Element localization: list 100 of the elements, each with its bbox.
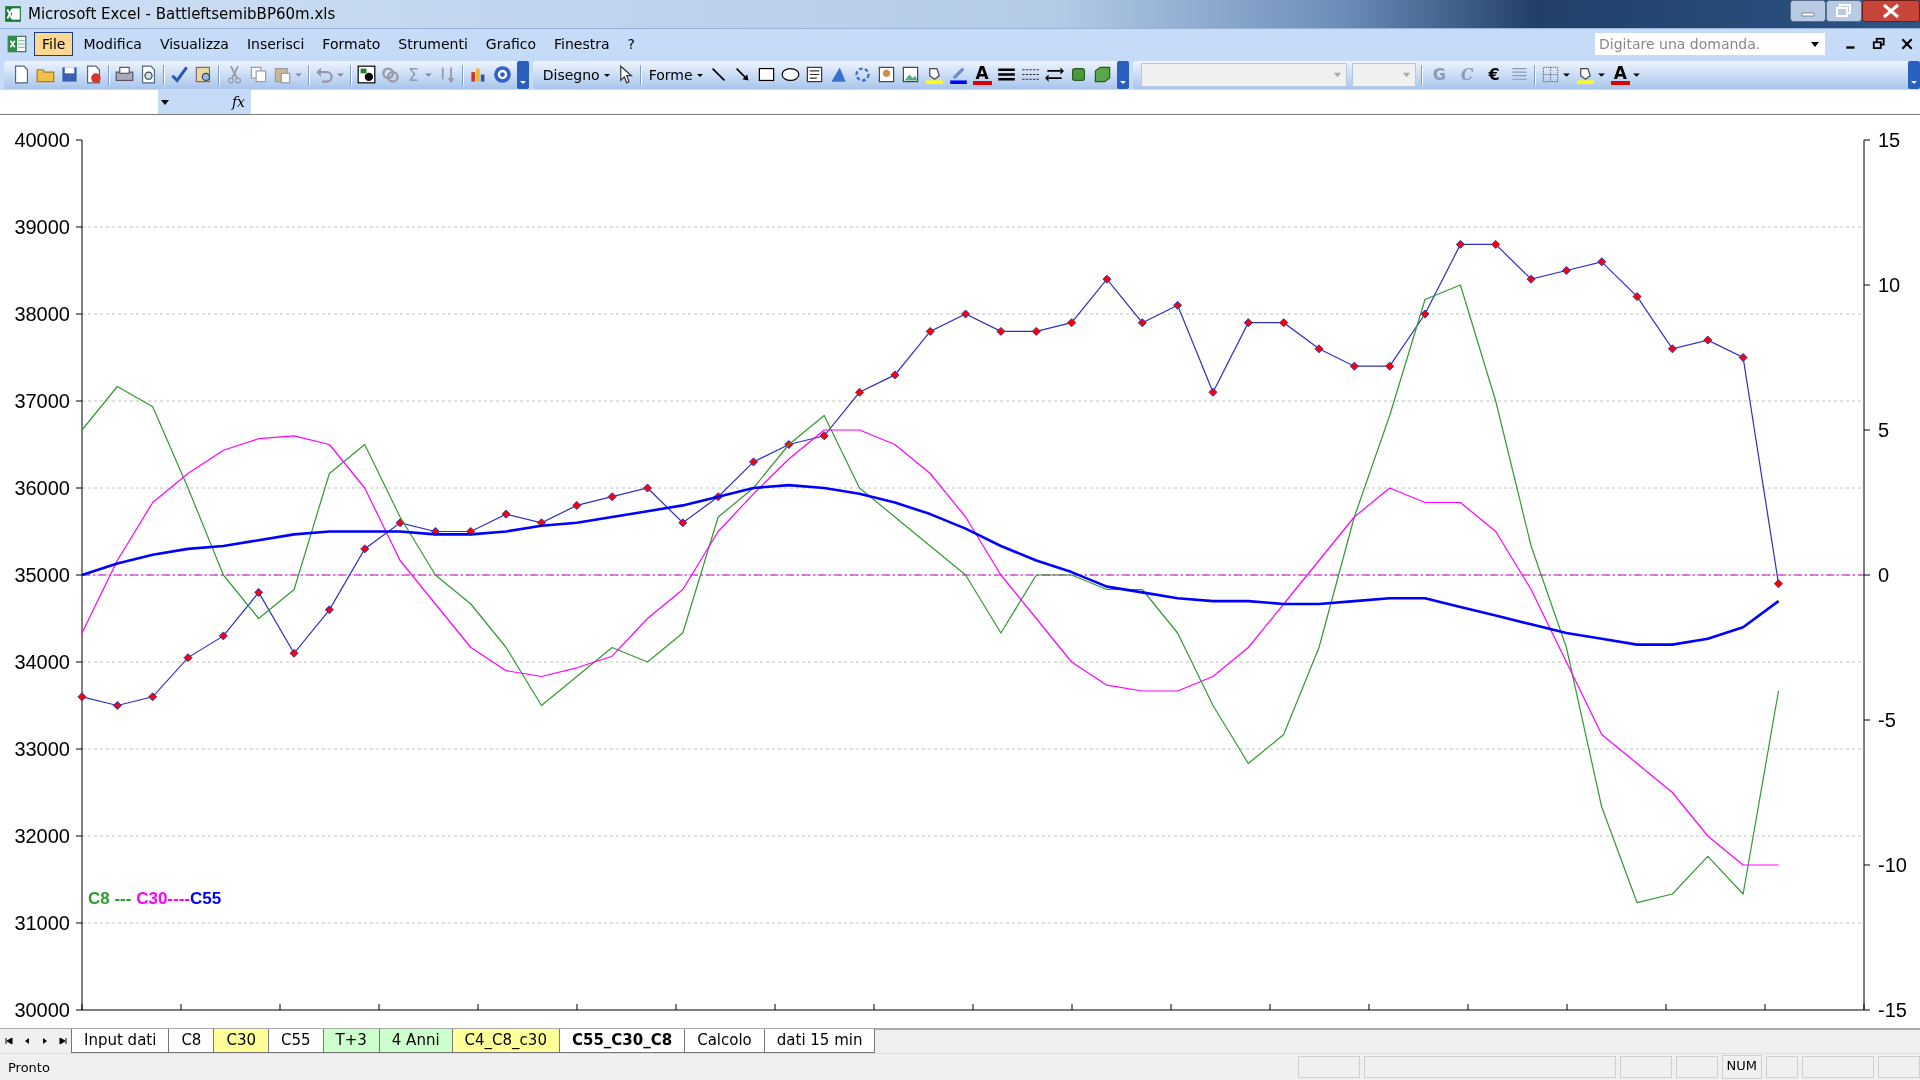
- spelling-icon[interactable]: [170, 65, 189, 84]
- menu-item[interactable]: File: [34, 32, 74, 56]
- new-document-icon[interactable]: [12, 65, 31, 84]
- shapes-menu[interactable]: Forme: [646, 66, 695, 83]
- axis-label: 36000: [14, 477, 70, 499]
- borders-icon[interactable]: [1540, 65, 1560, 84]
- clip-art-icon[interactable]: [876, 65, 896, 84]
- data-point: [890, 370, 900, 380]
- caret-icon[interactable]: [1561, 70, 1571, 79]
- data-point: [678, 518, 688, 528]
- status-message: Pronto: [7, 1059, 50, 1075]
- data-point: [996, 326, 1006, 336]
- fill-color-icon[interactable]: [924, 65, 944, 84]
- sheet-tab[interactable]: C55: [267, 1029, 324, 1053]
- sheet-tab[interactable]: C8: [168, 1029, 215, 1053]
- sheet-tab[interactable]: C4_C8_c30: [451, 1029, 560, 1053]
- last-sheet-icon[interactable]: [58, 1036, 68, 1046]
- restore-icon[interactable]: [1872, 37, 1886, 51]
- axis-label: -5: [1878, 709, 1896, 731]
- menu-item[interactable]: ?: [619, 32, 643, 56]
- caret-icon[interactable]: [1631, 70, 1641, 79]
- menu-item[interactable]: Grafico: [477, 32, 545, 56]
- font-color-button[interactable]: A: [972, 64, 992, 85]
- data-point: [1173, 300, 1183, 310]
- diagram-icon[interactable]: [852, 65, 872, 84]
- data-point: [289, 648, 299, 658]
- data-point: [77, 692, 87, 702]
- caret-icon[interactable]: [1596, 70, 1606, 79]
- spreadsheet-app-icon: [4, 5, 22, 23]
- status-panel: [1675, 1056, 1718, 1078]
- axis-label: -15: [1878, 999, 1907, 1021]
- axis-label: 38000: [14, 303, 70, 325]
- data-point: [713, 492, 723, 502]
- workbook-icon[interactable]: [6, 33, 28, 55]
- close-icon[interactable]: [1900, 37, 1914, 51]
- print-icon[interactable]: [115, 65, 134, 84]
- toolbar-options-icon[interactable]: [1116, 60, 1129, 89]
- data-point: [360, 544, 370, 554]
- data-point: [855, 387, 865, 397]
- minimize-button[interactable]: [1790, 0, 1826, 22]
- font-color-button[interactable]: A: [1610, 64, 1630, 85]
- menu-item[interactable]: Inserisci: [238, 32, 313, 56]
- text-box-icon[interactable]: [804, 65, 824, 84]
- research-icon[interactable]: [194, 65, 213, 84]
- data-point: [1455, 239, 1465, 249]
- permission-icon[interactable]: [84, 65, 103, 84]
- caret-icon[interactable]: [160, 97, 170, 107]
- help-search-field[interactable]: Digitare una domanda.: [1594, 32, 1826, 56]
- status-indicator: NUM: [1721, 1055, 1762, 1079]
- data-point: [1491, 239, 1501, 249]
- paste-icon[interactable]: [273, 65, 292, 84]
- print-preview-icon[interactable]: [139, 65, 158, 84]
- menu-item[interactable]: Visualizza: [151, 32, 237, 56]
- sheet-tab[interactable]: Calcolo: [684, 1029, 765, 1053]
- data-point: [254, 587, 264, 597]
- sheet-tab[interactable]: C55_C30_C8: [558, 1029, 686, 1053]
- data-point: [218, 631, 228, 641]
- data-point: [1526, 274, 1536, 284]
- data-point: [1137, 318, 1147, 328]
- image-icon[interactable]: [900, 65, 920, 84]
- fill-color-icon[interactable]: [1575, 65, 1595, 84]
- save-icon[interactable]: [60, 65, 79, 84]
- data-point: [183, 653, 193, 663]
- menu-item[interactable]: Finestra: [546, 32, 618, 56]
- copy-icon[interactable]: [249, 65, 268, 84]
- data-point: [1314, 344, 1324, 354]
- status-panel: [1766, 1056, 1798, 1078]
- rectangle-icon[interactable]: [756, 65, 776, 84]
- data-point: [1031, 326, 1041, 336]
- sheet-tab[interactable]: dati 15 min: [763, 1029, 876, 1053]
- data-point: [1067, 318, 1077, 328]
- arrow-style-icon[interactable]: [1044, 65, 1064, 84]
- menu-item[interactable]: Formato: [314, 32, 389, 56]
- restore-button[interactable]: [1826, 0, 1862, 22]
- close-button[interactable]: [1862, 0, 1920, 22]
- axis-label: 30000: [14, 999, 70, 1021]
- ellipse-icon[interactable]: [780, 65, 800, 84]
- axis-label: 34000: [14, 651, 70, 673]
- menu-item[interactable]: Strumenti: [390, 32, 476, 56]
- toolbar-options-icon[interactable]: [1908, 60, 1920, 89]
- word-art-icon[interactable]: [828, 65, 848, 84]
- toolbar-options-icon[interactable]: [516, 60, 529, 89]
- menu-item[interactable]: Modifica: [75, 32, 150, 56]
- first-sheet-icon[interactable]: [4, 1036, 14, 1046]
- insert-function-button[interactable]: fx: [231, 94, 245, 110]
- cube-icon[interactable]: [1092, 65, 1112, 84]
- data-point: [1703, 335, 1713, 345]
- sheet-tab[interactable]: Input dati: [71, 1029, 170, 1053]
- sheet-tab[interactable]: C30: [213, 1029, 269, 1053]
- caret-icon[interactable]: [1810, 39, 1820, 49]
- data-point: [395, 518, 405, 528]
- sheet-tab[interactable]: 4 Anni: [378, 1029, 453, 1053]
- sheet-tab[interactable]: T+3: [322, 1029, 380, 1053]
- help-icon[interactable]: [492, 65, 512, 84]
- data-point: [1420, 309, 1430, 319]
- line-color-icon[interactable]: [948, 65, 968, 84]
- status-panel: [1619, 1056, 1672, 1078]
- drawing-menu[interactable]: Disegno: [540, 66, 602, 83]
- axis-label: 37000: [14, 390, 70, 412]
- currency-button[interactable]: €: [1483, 65, 1505, 84]
